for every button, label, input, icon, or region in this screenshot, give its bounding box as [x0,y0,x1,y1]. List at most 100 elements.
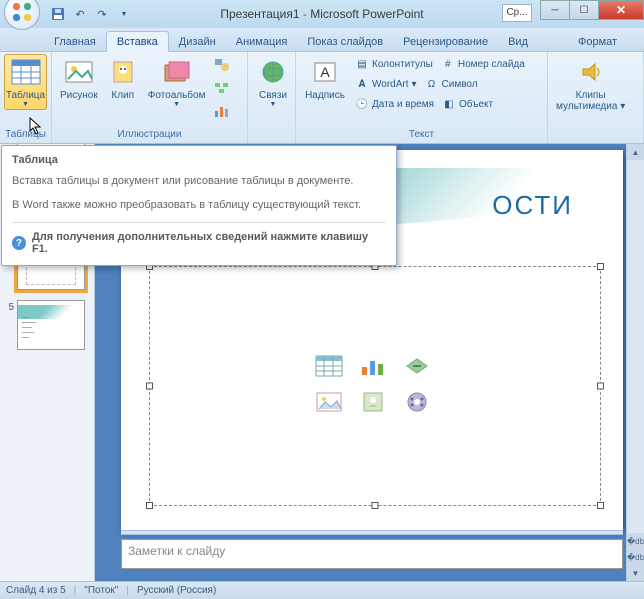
textbox-icon: A [309,56,341,88]
office-button[interactable] [4,0,40,30]
chevron-down-icon: ▼ [173,101,180,108]
symbol-icon: Ω [425,77,439,91]
insert-chart-icon[interactable] [357,353,389,379]
group-media: Клипымультимедиа ▾ [548,52,644,143]
undo-icon[interactable]: ↶ [70,4,90,24]
resize-handle[interactable] [597,383,604,390]
clipart-icon [107,56,139,88]
slide-thumbnail[interactable]: ━━━━━━━━━━━━━━━━━━━━━ [17,300,85,350]
spell-indicator[interactable]: Ср... [502,4,532,22]
resize-handle[interactable] [372,502,379,509]
illustration-small-buttons [211,54,233,122]
table-tooltip: Таблица Вставка таблицы в документ или р… [1,145,397,266]
tab-design[interactable]: Дизайн [169,32,226,51]
resize-handle[interactable] [146,383,153,390]
group-text: A Надпись ▤Колонтитулы #Номер слайда 𝐀Wo… [296,52,548,143]
title-bar: ↶ ↷ ▼ Презентация1 - Microsoft PowerPoin… [0,0,644,28]
resize-handle[interactable] [597,502,604,509]
status-slide: Слайд 4 из 5 [6,585,66,596]
speaker-icon [575,56,607,88]
resize-handle[interactable] [597,263,604,270]
help-icon: ? [12,236,26,250]
redo-icon[interactable]: ↷ [92,4,112,24]
qat-dropdown-icon[interactable]: ▼ [114,4,134,24]
datetime-icon: 🕒 [355,97,369,111]
group-illustrations: Рисунок Клип Фотоальбом ▼ Иллюстрации [52,52,248,143]
tab-home[interactable]: Главная [44,32,106,51]
table-button[interactable]: Таблица ▼ [4,54,47,110]
slide-title-text: ОСТИ [492,190,573,221]
next-slide-icon[interactable]: �db [627,549,644,565]
symbol-button[interactable]: ΩСимвол [422,76,481,92]
maximize-button[interactable]: ☐ [569,0,599,20]
tab-animation[interactable]: Анимация [226,32,298,51]
notes-splitter[interactable] [121,530,623,535]
content-placeholder[interactable] [149,266,601,506]
picture-button[interactable]: Рисунок [56,54,102,103]
chevron-down-icon: ▼ [22,101,29,108]
table-label: Таблица [6,90,45,101]
header-footer-button[interactable]: ▤Колонтитулы [352,56,436,72]
hyperlink-icon [257,56,289,88]
tab-review[interactable]: Рецензирование [393,32,498,51]
tooltip-body: В Word также можно преобразовать в табли… [12,198,386,212]
group-text-label: Текст [300,127,543,143]
group-links-label [252,138,291,143]
group-tables: Таблица ▼ Таблицы [0,52,52,143]
insert-picture-icon[interactable] [313,389,345,415]
insert-table-icon[interactable] [313,353,345,379]
datetime-button[interactable]: 🕒Дата и время [352,96,437,112]
links-label: Связи [259,90,287,101]
svg-text:A: A [320,64,330,80]
chart-icon[interactable] [211,100,233,122]
clipart-button[interactable]: Клип [102,54,144,103]
tooltip-body: Вставка таблицы в документ или рисование… [12,174,386,188]
insert-smartart-icon[interactable] [401,353,433,379]
minimize-button[interactable]: ─ [540,0,570,20]
shapes-icon[interactable] [211,54,233,76]
resize-handle[interactable] [146,502,153,509]
group-illustrations-label: Иллюстрации [56,127,243,143]
object-icon: ◧ [442,97,456,111]
status-theme: "Поток" [84,585,118,596]
save-icon[interactable] [48,4,68,24]
media-clips-button[interactable]: Клипымультимедиа ▾ [552,54,629,114]
clipart-label: Клип [111,90,134,101]
textbox-label: Надпись [305,90,345,101]
notes-pane[interactable]: Заметки к слайду [121,539,623,569]
wordart-button[interactable]: 𝐀WordArt ▾ [352,76,420,92]
ribbon: Таблица ▼ Таблицы Рисунок Клип Фотоальбо… [0,52,644,144]
status-language[interactable]: Русский (Россия) [137,585,216,596]
picture-icon [63,56,95,88]
picture-label: Рисунок [60,90,98,101]
prev-slide-icon[interactable]: �db [627,533,644,549]
tooltip-title: Таблица [12,154,386,166]
scroll-down-icon[interactable]: ▼ [627,565,644,581]
links-button[interactable]: Связи ▼ [252,54,294,110]
scroll-up-icon[interactable]: ▲ [627,144,644,160]
thumb-number: 5 [4,302,14,313]
smartart-icon[interactable] [211,77,233,99]
group-media-label [552,138,639,143]
photoalbum-icon [161,56,193,88]
tab-view[interactable]: Вид [498,32,538,51]
group-links: Связи ▼ [248,52,296,143]
table-icon [10,56,42,88]
vertical-scrollbar[interactable]: ▲ �db �db ▼ [626,144,644,581]
insert-clipart-icon[interactable] [357,389,389,415]
tooltip-help: ? Для получения дополнительных сведений … [12,231,386,255]
textbox-button[interactable]: A Надпись [300,54,350,103]
group-tables-label: Таблицы [4,127,47,143]
close-button[interactable]: ✕ [598,0,644,20]
wordart-icon: 𝐀 [355,77,369,91]
status-bar: Слайд 4 из 5 | "Поток" | Русский (Россия… [0,581,644,599]
slide-number-icon: # [441,57,455,71]
photoalbum-button[interactable]: Фотоальбом ▼ [144,54,210,110]
tab-insert[interactable]: Вставка [106,31,169,52]
insert-media-icon[interactable] [401,389,433,415]
tab-slideshow[interactable]: Показ слайдов [297,32,393,51]
slide-number-button[interactable]: #Номер слайда [438,56,528,72]
object-button[interactable]: ◧Объект [439,96,496,112]
chevron-down-icon: ▼ [270,101,277,108]
tab-format[interactable]: Формат [568,32,627,51]
